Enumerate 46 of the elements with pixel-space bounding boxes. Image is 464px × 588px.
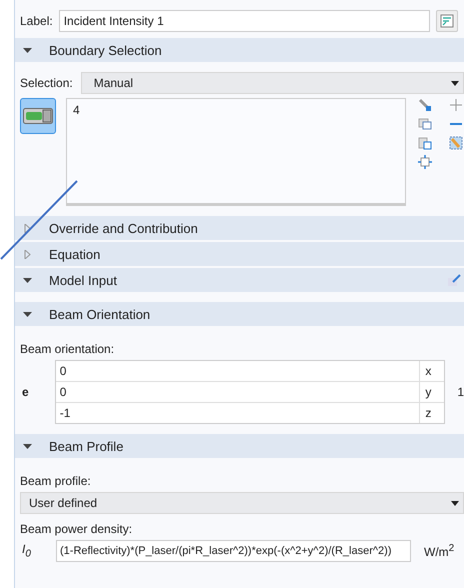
section-header[interactable]: Override and Contribution xyxy=(15,216,464,240)
paste-icon[interactable] xyxy=(418,136,432,150)
paint-icon[interactable] xyxy=(418,98,432,112)
boundary-entry[interactable]: 4 xyxy=(73,103,80,117)
collapse-icon xyxy=(23,46,32,54)
collapse-icon xyxy=(23,310,32,318)
beam-profile-dropdown[interactable]: User defined xyxy=(20,492,464,514)
edit-icon[interactable] xyxy=(447,273,461,287)
axis-label: x xyxy=(420,361,444,381)
unit-label: 1 xyxy=(457,385,464,399)
beam-orientation-caption: Beam orientation: xyxy=(20,342,116,356)
label-button[interactable] xyxy=(436,10,458,32)
copy-icon[interactable] xyxy=(418,117,432,131)
label-field[interactable]: Incident Intensity 1 xyxy=(58,10,430,32)
document-icon xyxy=(440,14,454,28)
unit-label: W/m$^{2}$ xyxy=(424,543,454,559)
section-header[interactable]: Model Input xyxy=(15,268,464,292)
selection-caption: Selection: xyxy=(20,76,73,90)
component-field[interactable]: 0 xyxy=(56,382,420,402)
collapse-icon xyxy=(23,276,32,284)
expand-icon xyxy=(23,224,32,232)
axis-label: z xyxy=(420,403,444,423)
beam-profile-caption: Beam profile: xyxy=(20,474,92,488)
section-header[interactable]: Beam Orientation xyxy=(15,302,464,326)
intensity-symbol: I$_{0}$ xyxy=(21,542,32,560)
add-icon[interactable] xyxy=(449,98,463,112)
vector-symbol: e xyxy=(21,385,30,399)
section-header[interactable]: Beam Profile xyxy=(15,434,464,458)
selection-list[interactable]: 4 xyxy=(66,98,406,206)
dropdown-arrow-icon xyxy=(451,80,459,86)
axis-label: y xyxy=(420,382,444,402)
section-header[interactable]: Boundary Selection xyxy=(15,38,464,62)
expand-icon xyxy=(23,250,32,258)
active-toggle[interactable] xyxy=(20,98,56,134)
selection-dropdown[interactable]: Manual xyxy=(80,72,464,94)
clear-icon[interactable] xyxy=(449,136,463,150)
power-density-caption: Beam power density: xyxy=(20,522,134,536)
zoom-to-selection-icon[interactable] xyxy=(418,155,432,169)
component-field[interactable]: 0 xyxy=(56,361,420,381)
section-header[interactable]: Equation xyxy=(15,242,464,266)
toggle-switch-icon xyxy=(23,108,53,124)
collapse-icon xyxy=(23,442,32,450)
label-caption: Label: xyxy=(20,14,53,28)
dropdown-arrow-icon xyxy=(451,500,459,506)
component-field[interactable]: -1 xyxy=(56,403,420,423)
expression-field[interactable]: (1-Reflectivity)*(P_laser/(pi*R_laser^2))*exp(-(x^2+y^2)/(R_laser^2)) xyxy=(56,540,411,562)
